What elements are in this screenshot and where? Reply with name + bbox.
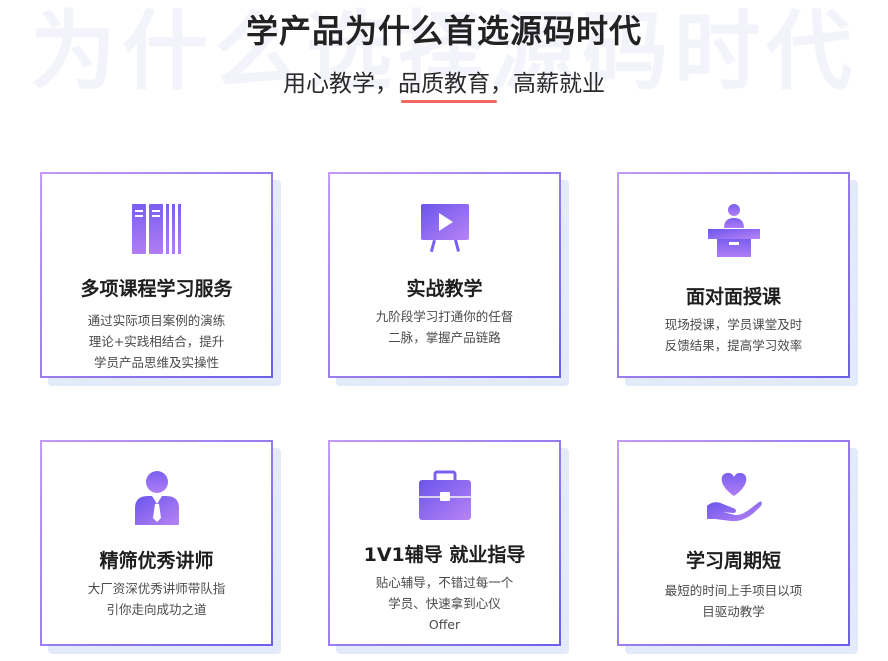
card-description: 通过实际项目案例的演练 理论+实践相结合，提升 学员产品思维及实操性 — [87, 313, 226, 370]
lecturer-podium-icon — [707, 204, 760, 257]
feature-card-face-to-face: 面对面授课 现场授课，学员课堂及时 反馈结果，提高学习效率 — [617, 172, 858, 386]
card-description: 最短的时间上手项目以项 目驱动教学 — [664, 583, 803, 619]
presentation-board-icon — [420, 204, 469, 253]
card-description: 现场授课，学员课堂及时 反馈结果，提高学习效率 — [664, 317, 803, 353]
instructor-icon — [134, 471, 179, 525]
card-title: 多项课程学习服务 — [80, 278, 233, 300]
books-icon — [131, 204, 181, 254]
feature-card-career-guidance: 1V1辅导 就业指导 贴心辅导，不错过每一个 学员、快速拿到心仪 Offer — [328, 440, 569, 654]
card-title: 实战教学 — [406, 278, 483, 300]
subtitle-underline — [401, 100, 497, 103]
feature-card-instructors: 精筛优秀讲师 大厂资深优秀讲师带队指 引你走向成功之道 — [40, 440, 281, 654]
card-title: 面对面授课 — [685, 286, 781, 308]
card-description: 大厂资深优秀讲师带队指 引你走向成功之道 — [87, 581, 226, 617]
card-description: 贴心辅导，不错过每一个 学员、快速拿到心仪 Offer — [375, 575, 514, 632]
feature-card-short-cycle: 学习周期短 最短的时间上手项目以项 目驱动教学 — [617, 440, 858, 654]
feature-card-practical-teaching: 实战教学 九阶段学习打通你的任督 二脉，掌握产品链路 — [328, 172, 569, 386]
page-subtitle: 用心教学，品质教育，高薪就业 — [283, 71, 605, 97]
heart-hand-icon — [706, 472, 762, 522]
card-title: 1V1辅导 就业指导 — [363, 544, 526, 566]
feature-card-course-services: 多项课程学习服务 通过实际项目案例的演练 理论+实践相结合，提升 学员产品思维及… — [40, 172, 281, 386]
briefcase-icon — [418, 470, 471, 520]
card-title: 精筛优秀讲师 — [99, 550, 214, 572]
page-title: 学产品为什么首选源码时代 — [245, 12, 642, 50]
card-title: 学习周期短 — [685, 550, 781, 572]
card-description: 九阶段学习打通你的任督 二脉，掌握产品链路 — [375, 309, 514, 345]
